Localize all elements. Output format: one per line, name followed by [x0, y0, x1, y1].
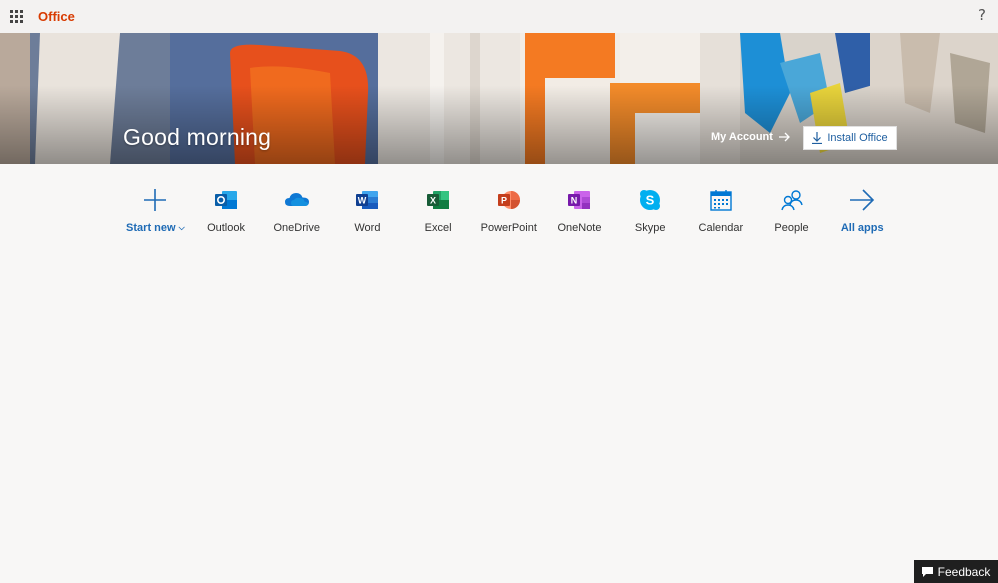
- app-label-people: People: [774, 222, 809, 234]
- powerpoint-icon: P: [497, 191, 520, 209]
- app-tile-word[interactable]: W Word: [332, 186, 403, 234]
- outlook-icon: [215, 191, 238, 209]
- office-brand-link[interactable]: Office: [38, 9, 75, 24]
- app-tile-excel[interactable]: X Excel: [403, 186, 474, 234]
- app-tile-powerpoint[interactable]: P PowerPoint: [473, 186, 544, 234]
- app-label-outlook: Outlook: [207, 222, 245, 234]
- feedback-label: Feedback: [937, 564, 991, 579]
- app-label-all-apps: All apps: [840, 222, 884, 234]
- people-icon: [780, 190, 803, 211]
- my-account-label: My Account: [711, 131, 773, 143]
- feedback-button[interactable]: Feedback: [914, 560, 998, 583]
- download-icon: [812, 132, 823, 144]
- onedrive-icon: [284, 193, 309, 206]
- app-label-start-new: Start new: [126, 222, 176, 234]
- install-office-label: Install Office: [827, 132, 888, 144]
- app-label-skype: Skype: [634, 222, 666, 234]
- feedback-icon: [921, 566, 933, 577]
- app-tile-skype[interactable]: S Skype: [615, 186, 686, 234]
- app-label-onenote: OneNote: [557, 222, 602, 234]
- app-tile-onedrive[interactable]: OneDrive: [261, 186, 332, 234]
- top-bar: Office ?: [0, 0, 998, 33]
- svg-text:S: S: [646, 193, 655, 208]
- excel-icon: X: [427, 191, 450, 209]
- app-tile-calendar[interactable]: Calendar: [686, 186, 757, 234]
- my-account-link[interactable]: My Account: [711, 131, 791, 143]
- app-label-onedrive: OneDrive: [273, 222, 320, 234]
- app-tile-start-new[interactable]: Start new ⌵: [120, 186, 191, 234]
- chevron-down-icon: ⌵: [178, 223, 185, 232]
- app-label-calendar: Calendar: [698, 222, 744, 234]
- arrow-right-icon: [850, 189, 875, 211]
- plus-icon: [144, 189, 167, 211]
- word-icon: W: [356, 191, 379, 209]
- greeting-heading: Good morning: [123, 124, 272, 150]
- onenote-icon: N: [568, 191, 591, 209]
- skype-icon: S: [640, 190, 661, 210]
- app-tile-all-apps[interactable]: All apps: [827, 186, 898, 234]
- svg-text:X: X: [430, 196, 436, 206]
- app-tile-onenote[interactable]: N OneNote: [544, 186, 615, 234]
- app-tiles-row: Start new ⌵ Outlook OneDrive W Word X Ex…: [120, 186, 898, 234]
- app-launcher-waffle-icon[interactable]: [0, 0, 33, 33]
- app-label-powerpoint: PowerPoint: [480, 222, 537, 234]
- app-tile-outlook[interactable]: Outlook: [191, 186, 262, 234]
- svg-text:W: W: [358, 196, 367, 206]
- app-tile-people[interactable]: People: [756, 186, 827, 234]
- calendar-icon: [710, 190, 732, 211]
- install-office-button[interactable]: Install Office: [803, 126, 897, 150]
- help-icon[interactable]: ?: [978, 6, 986, 24]
- app-label-excel: Excel: [424, 222, 452, 234]
- hero-banner: Good morning My Account Install Office: [0, 33, 998, 164]
- svg-text:N: N: [571, 196, 578, 206]
- arrow-right-icon: [778, 132, 790, 142]
- app-label-word: Word: [354, 222, 381, 234]
- svg-text:P: P: [501, 196, 507, 206]
